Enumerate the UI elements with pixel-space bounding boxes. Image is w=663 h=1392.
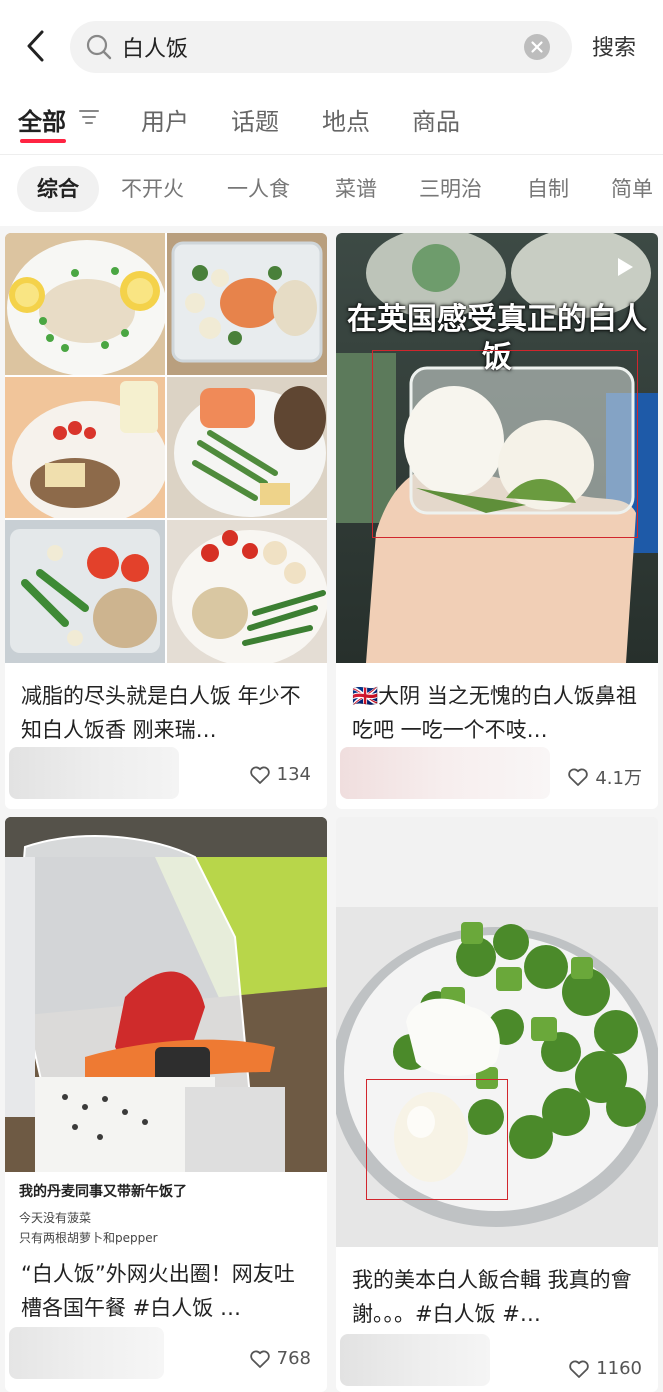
like-count: 768 [276,1348,311,1369]
author-avatar[interactable] [9,747,179,799]
search-icon [86,34,112,60]
highlight-box [372,350,638,538]
post-title: “白人饭”外网火出圈！网友吐槽各国午餐 #白人饭 … [21,1262,295,1320]
search-button[interactable]: 搜索 [592,30,636,62]
like-count: 4.1万 [595,768,642,789]
post-title: 🇬🇧大阴 当之无愧的白人饭鼻祖 吃吧 一吃一个不吱… [352,684,637,742]
image-caption-line: 只有两根胡萝卜和pepper [19,1231,158,1245]
post-image [336,817,658,1247]
like-count: 1160 [596,1358,642,1379]
chip-solo-meal[interactable]: 一人食 [227,166,290,212]
filter-icon[interactable] [78,107,100,127]
post-image: 我的丹麦同事又带新午饭了 今天没有菠菜 只有两根胡萝卜和pepper [5,817,327,1247]
search-box[interactable] [70,21,572,73]
like-button[interactable]: 1160 [568,1358,642,1379]
post-card[interactable]: 我的美本白人飯合輯 我真的會謝。。。#白人饭 #… 1160 [336,817,658,1392]
highlight-box [366,1079,508,1200]
image-caption-title: 我的丹麦同事又带新午饭了 [19,1184,187,1200]
chip-no-cooking[interactable]: 不开火 [121,166,184,212]
heart-icon [249,1350,270,1368]
author-avatar[interactable] [340,747,550,799]
like-button[interactable]: 134 [249,764,311,785]
chip-recipe[interactable]: 菜谱 [335,166,377,212]
chip-comprehensive[interactable]: 综合 [17,166,99,212]
tab-products[interactable]: 商品 [412,102,460,137]
chevron-left-icon [27,30,44,62]
results-feed: 减脂的尽头就是白人饭 年少不知白人饭香 刚来瑞… 134 在英国感受真正的白人饭… [0,226,663,1392]
like-button[interactable]: 768 [249,1348,311,1369]
image-caption-line: 今天没有菠菜 [19,1211,92,1225]
post-card[interactable]: 我的丹麦同事又带新午饭了 今天没有菠菜 只有两根胡萝卜和pepper “白人饭”… [5,817,327,1392]
chip-sandwich[interactable]: 三明治 [419,166,482,212]
author-avatar[interactable] [340,1334,490,1386]
active-tab-indicator [20,139,66,143]
play-icon [618,258,633,276]
tab-places[interactable]: 地点 [322,102,370,137]
like-count: 134 [276,764,311,785]
tab-topics[interactable]: 话题 [231,102,279,137]
back-button[interactable] [18,24,58,68]
heart-icon [249,766,270,784]
chip-homemade[interactable]: 自制 [527,166,569,212]
tab-users[interactable]: 用户 [141,102,189,137]
filter-chips: 综合 不开火 一人食 菜谱 三明治 自制 简单 [0,165,663,213]
clear-button[interactable] [524,34,550,60]
post-video-thumbnail: 在英国感受真正的白人饭 [336,233,658,663]
search-input[interactable] [122,31,502,63]
post-card[interactable]: 减脂的尽头就是白人饭 年少不知白人饭香 刚来瑞… 134 [5,233,327,809]
top-bar: 搜索 [0,0,663,92]
post-title: 减脂的尽头就是白人饭 年少不知白人饭香 刚来瑞… [21,684,301,742]
tab-all[interactable]: 全部 [18,102,66,137]
post-image [5,233,327,663]
heart-icon [568,768,589,786]
author-avatar[interactable] [9,1327,164,1379]
heart-icon [569,1360,589,1378]
post-title: 我的美本白人飯合輯 我真的會謝。。。#白人饭 #… [352,1268,632,1326]
close-icon [531,41,543,53]
post-card[interactable]: 在英国感受真正的白人饭 🇬🇧大阴 当之无愧的白人饭鼻祖 吃吧 一吃一个不吱… 4… [336,233,658,809]
category-tabs: 全部 用户 话题 地点 商品 [0,95,663,155]
chip-simple[interactable]: 简单 [611,166,653,212]
like-button[interactable]: 4.1万 [567,764,642,790]
